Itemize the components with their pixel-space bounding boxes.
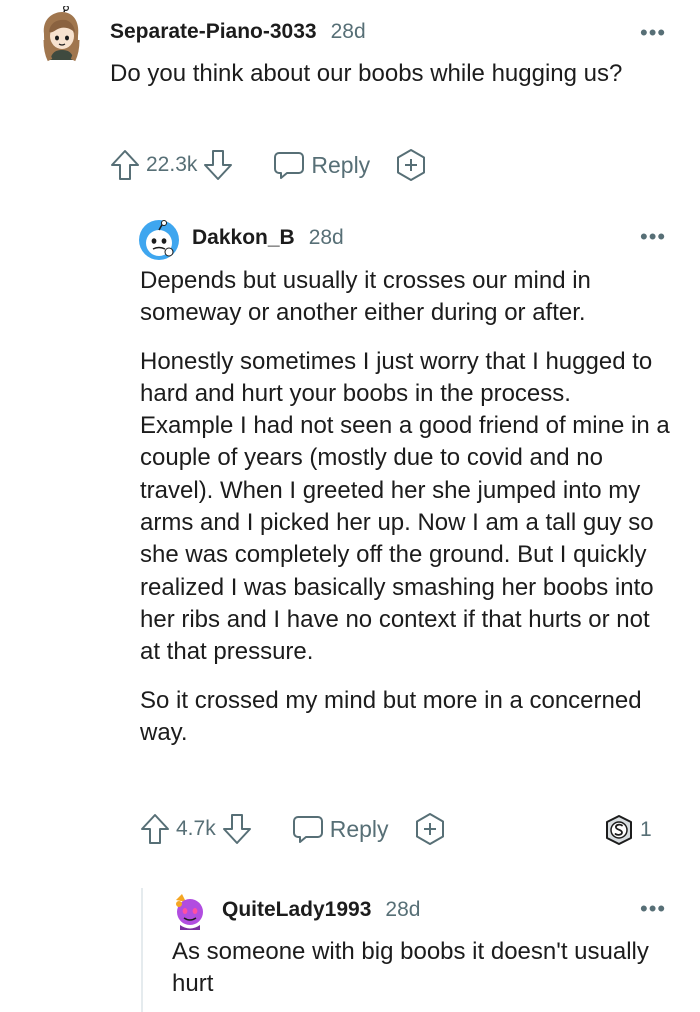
comment-actions: 22.3k Reply [110, 148, 428, 182]
avatar-purple-snoo-icon [176, 894, 203, 930]
reply-icon [292, 816, 323, 843]
avatar[interactable] [138, 219, 180, 261]
vote-count: 22.3k [146, 153, 198, 176]
award-plus-icon[interactable] [394, 148, 428, 182]
comment-age: 28d [330, 20, 366, 43]
more-options-icon[interactable]: ••• [640, 226, 666, 248]
comment-2: Dakkon_B 28d ••• Depends but usually it … [0, 200, 700, 870]
silver-award-icon [606, 815, 632, 845]
comment-3: QuiteLady1993 28d ••• As someone with bi… [0, 880, 700, 1012]
avatar[interactable] [36, 4, 86, 62]
username[interactable]: Separate-Piano-3033 [110, 20, 317, 44]
comment-paragraph: As someone with big boobs it doesn't usu… [172, 938, 649, 998]
reply-button[interactable]: Reply [273, 150, 370, 180]
comment-header: QuiteLady1993 28d [222, 898, 420, 922]
award-badge[interactable]: 1 [604, 814, 652, 846]
comment-body: Do you think about our boobs while huggi… [110, 58, 670, 90]
comment-paragraph: Depends but usually it crosses our mind … [140, 267, 591, 327]
comment-age: 28d [308, 226, 344, 249]
comment-body: As someone with big boobs it doesn't usu… [172, 936, 672, 1001]
comment-1: Separate-Piano-3033 28d ••• Do you think… [0, 0, 700, 200]
comment-body: Depends but usually it crosses our mind … [140, 265, 670, 749]
upvote-icon[interactable] [140, 813, 170, 845]
username[interactable]: Dakkon_B [192, 226, 295, 250]
award-count: 1 [640, 818, 652, 841]
comment-header: Separate-Piano-3033 28d [110, 20, 366, 44]
avatar-snoo-thinking-icon [139, 220, 179, 260]
award-plus-icon[interactable] [413, 812, 447, 846]
avatar[interactable] [170, 892, 212, 932]
reply-icon [274, 152, 305, 179]
comment-age: 28d [385, 898, 421, 921]
reply-button[interactable]: Reply [292, 814, 389, 844]
downvote-icon[interactable] [203, 149, 233, 181]
upvote-icon[interactable] [110, 149, 140, 181]
comment-header: Dakkon_B 28d [192, 226, 344, 250]
username[interactable]: QuiteLady1993 [222, 898, 371, 922]
comment-actions: 4.7k Reply [140, 812, 447, 846]
comment-paragraph: Do you think about our boobs while huggi… [110, 60, 623, 87]
avatar-girl-icon [43, 4, 80, 62]
comment-paragraph: So it crossed my mind but more in a conc… [140, 686, 642, 746]
more-options-icon[interactable]: ••• [640, 22, 666, 44]
downvote-icon[interactable] [222, 813, 252, 845]
reply-label: Reply [329, 815, 389, 842]
comment-paragraph: Honestly sometimes I just worry that I h… [140, 347, 670, 666]
reply-label: Reply [311, 151, 371, 178]
vote-count: 4.7k [176, 817, 216, 840]
more-options-icon[interactable]: ••• [640, 898, 666, 920]
